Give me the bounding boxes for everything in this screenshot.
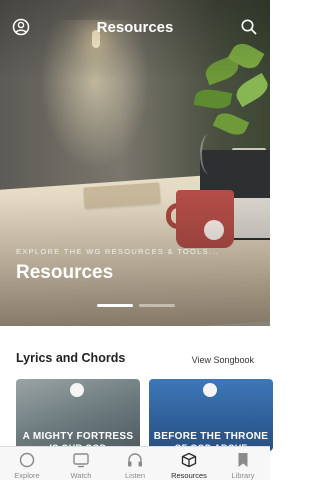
nav-item-explore[interactable]: Explore	[0, 449, 54, 480]
explore-circle-icon	[18, 452, 36, 468]
card-logo-icon	[70, 383, 84, 397]
section-title: Lyrics and Chords	[16, 351, 126, 365]
nav-label: Explore	[14, 471, 40, 480]
song-card-title: A MIGHTY FORTRESS	[22, 431, 134, 442]
card-logo-icon	[203, 383, 217, 397]
page-title: Resources	[96, 19, 174, 36]
headphones-icon	[126, 452, 144, 468]
view-songbook-link[interactable]: View Songbook	[192, 355, 254, 365]
bottom-navigation: Explore Watch Listen Resources Library	[0, 446, 270, 480]
song-card[interactable]: A MIGHTY FORTRESS IS OUR GOD	[16, 379, 140, 451]
box-icon	[180, 452, 198, 468]
nav-label: Watch	[70, 471, 92, 480]
carousel-dot[interactable]	[139, 304, 175, 307]
song-card[interactable]: BEFORE THE THRONE OF GOD ABOVE	[149, 379, 273, 451]
song-card-title: BEFORE THE THRONE	[153, 431, 269, 442]
nav-label: Listen	[124, 471, 145, 480]
search-icon[interactable]	[240, 18, 258, 36]
tv-icon	[72, 452, 90, 468]
nav-item-watch[interactable]: Watch	[54, 449, 108, 480]
carousel-indicator	[97, 304, 177, 307]
hero-title: Resources	[16, 262, 114, 283]
top-bar: Resources	[0, 0, 270, 54]
carousel-dot-active[interactable]	[97, 304, 133, 307]
nav-label: Resources	[171, 471, 207, 480]
hero-subtitle: EXPLORE THE WG RESOURCES & TOOLS...	[16, 247, 220, 256]
nav-label: Library	[231, 471, 255, 480]
nav-item-listen[interactable]: Listen	[108, 449, 162, 480]
nav-item-library[interactable]: Library	[216, 449, 270, 480]
bookmark-icon	[234, 452, 252, 468]
nav-item-resources[interactable]: Resources	[162, 449, 216, 480]
